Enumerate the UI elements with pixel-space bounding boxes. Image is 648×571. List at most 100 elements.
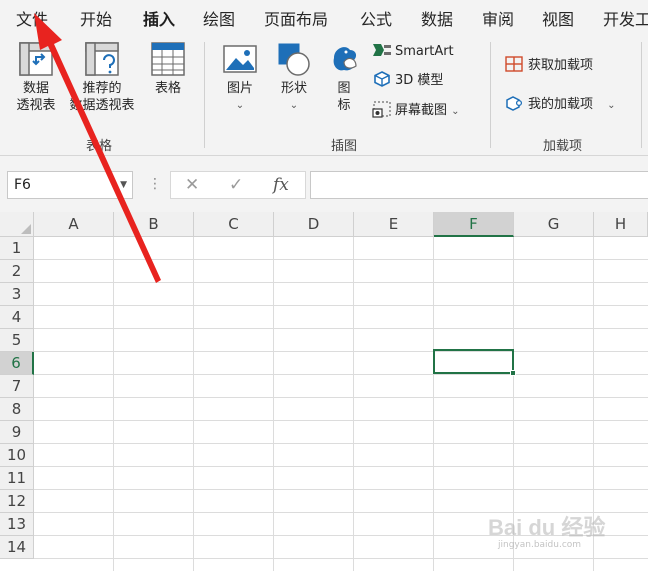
grid-line — [34, 305, 648, 306]
tab-data[interactable]: 数据 — [421, 6, 453, 30]
row-header-10[interactable]: 10 — [0, 444, 34, 467]
pivottable-icon — [19, 42, 53, 76]
icons-icon — [333, 47, 357, 71]
recommended-pivottable-label-2: 数据透视表 — [69, 98, 135, 113]
icons-label-2: 标 — [337, 98, 351, 113]
column-header-c[interactable]: C — [194, 212, 274, 237]
grid-line — [34, 489, 648, 490]
my-addins-label: 我的加载项 — [528, 97, 594, 112]
row-header-11[interactable]: 11 — [0, 467, 34, 490]
pivottable-button[interactable]: 数据 透视表 — [8, 40, 64, 114]
chevron-down-icon: ⌄ — [607, 100, 616, 111]
tab-file[interactable]: 文件 — [16, 6, 48, 30]
row-header-4[interactable]: 4 — [0, 306, 34, 329]
store-icon — [505, 56, 523, 72]
row-header-5[interactable]: 5 — [0, 329, 34, 352]
enter-icon[interactable]: ✓ — [229, 175, 243, 195]
smartart-label: SmartArt — [395, 44, 454, 59]
table-button[interactable]: 表格 — [142, 40, 194, 97]
grid-line — [34, 374, 648, 375]
tab-insert[interactable]: 插入 — [143, 6, 176, 37]
pictures-button[interactable]: 图片 ⌄ — [216, 40, 264, 114]
grid-line — [273, 237, 274, 571]
addin-icon — [506, 96, 523, 111]
column-header-d[interactable]: D — [274, 212, 354, 237]
column-header-f[interactable]: F — [434, 212, 514, 237]
tab-home[interactable]: 开始 — [80, 6, 112, 30]
screenshot-icon — [372, 101, 391, 118]
grid-line — [34, 259, 648, 260]
group-label-addins: 加载项 — [543, 139, 583, 154]
cancel-icon[interactable]: ✕ — [185, 175, 199, 195]
pictures-label: 图片 — [226, 81, 253, 96]
grid-line — [34, 420, 648, 421]
recommended-pivottable-button[interactable]: 推荐的 数据透视表 — [64, 40, 140, 114]
3d-models-label: 3D 模型 — [395, 73, 444, 88]
chevron-down-icon: ⌄ — [289, 100, 299, 111]
3d-models-button[interactable]: 3D 模型 — [372, 71, 443, 90]
active-cell-f6[interactable] — [433, 349, 516, 376]
column-header-e[interactable]: E — [354, 212, 434, 237]
grid-line — [34, 466, 648, 467]
name-box[interactable]: F6 ▼ — [7, 171, 133, 199]
row-header-12[interactable]: 12 — [0, 490, 34, 513]
shapes-button[interactable]: 形状 ⌄ — [270, 40, 318, 114]
row-header-6[interactable]: 6 — [0, 352, 34, 375]
grid-line — [34, 328, 648, 329]
tab-draw[interactable]: 绘图 — [203, 6, 235, 30]
tab-page-layout[interactable]: 页面布局 — [264, 6, 328, 30]
pivottable-label-1: 数据 — [22, 81, 49, 96]
smartart-button[interactable]: SmartArt — [372, 42, 454, 61]
picture-icon — [223, 45, 257, 73]
table-icon — [151, 42, 185, 76]
baidu-watermark: Bai du 经验 jingyan.baidu.com — [488, 510, 618, 560]
ribbon-insert: 数据 透视表 推荐的 数据透视表 表格 表格 图片 ⌄ 形状 ⌄ 图 标 Sma… — [0, 34, 648, 156]
formula-buttons: ✕ ✓ fx — [170, 171, 306, 199]
row-header-3[interactable]: 3 — [0, 283, 34, 306]
recommended-pivottable-icon — [85, 42, 119, 76]
dropdown-arrow-icon[interactable]: ▼ — [120, 172, 127, 198]
column-header-b[interactable]: B — [114, 212, 194, 237]
icons-label-1: 图 — [337, 81, 351, 96]
tab-view[interactable]: 视图 — [542, 6, 574, 30]
tab-formulas[interactable]: 公式 — [360, 6, 392, 30]
column-header-g[interactable]: G — [514, 212, 594, 237]
row-header-8[interactable]: 8 — [0, 398, 34, 421]
formula-input[interactable] — [310, 171, 648, 199]
ribbon-separator — [490, 42, 491, 148]
screenshot-button[interactable]: 屏幕截图 ⌄ — [372, 100, 460, 121]
get-addins-label: 获取加载项 — [528, 58, 594, 73]
grid-line — [433, 237, 434, 571]
fill-handle[interactable] — [510, 370, 516, 376]
watermark-url: jingyan.baidu.com — [498, 540, 582, 550]
row-header-2[interactable]: 2 — [0, 260, 34, 283]
row-header-13[interactable]: 13 — [0, 513, 34, 536]
select-all-button[interactable] — [0, 212, 34, 237]
column-header-h[interactable]: H — [594, 212, 648, 237]
row-header-9[interactable]: 9 — [0, 421, 34, 444]
pivottable-label-2: 透视表 — [16, 98, 56, 113]
grid-line — [353, 237, 354, 571]
grid-line — [34, 351, 648, 352]
row-header-14[interactable]: 14 — [0, 536, 34, 559]
screenshot-label: 屏幕截图 — [395, 103, 448, 118]
column-header-a[interactable]: A — [34, 212, 114, 237]
group-label-illustrations: 插图 — [331, 139, 358, 154]
shapes-icon — [278, 43, 310, 76]
formula-bar: F6 ▼ ⋮ ✕ ✓ fx — [0, 156, 648, 212]
my-addins-button[interactable]: 我的加载项 ⌄ — [504, 94, 616, 115]
ribbon-separator — [641, 42, 642, 148]
chevron-down-icon: ⌄ — [451, 106, 460, 117]
tab-developer[interactable]: 开发工 — [603, 6, 648, 30]
row-header-1[interactable]: 1 — [0, 237, 34, 260]
drag-handle-icon[interactable]: ⋮ — [148, 176, 162, 192]
row-header-7[interactable]: 7 — [0, 375, 34, 398]
ribbon-tab-bar: 文件 开始 插入 绘图 页面布局 公式 数据 审阅 视图 开发工 — [0, 0, 648, 37]
get-addins-button[interactable]: 获取加载项 — [504, 55, 593, 75]
group-label-tables: 表格 — [86, 139, 113, 154]
icons-button[interactable]: 图 标 — [324, 40, 364, 114]
tab-review[interactable]: 审阅 — [482, 6, 514, 30]
insert-function-icon[interactable]: fx — [273, 175, 289, 195]
watermark-brand: Bai du 经验 — [488, 515, 606, 540]
ribbon-separator — [204, 42, 205, 148]
